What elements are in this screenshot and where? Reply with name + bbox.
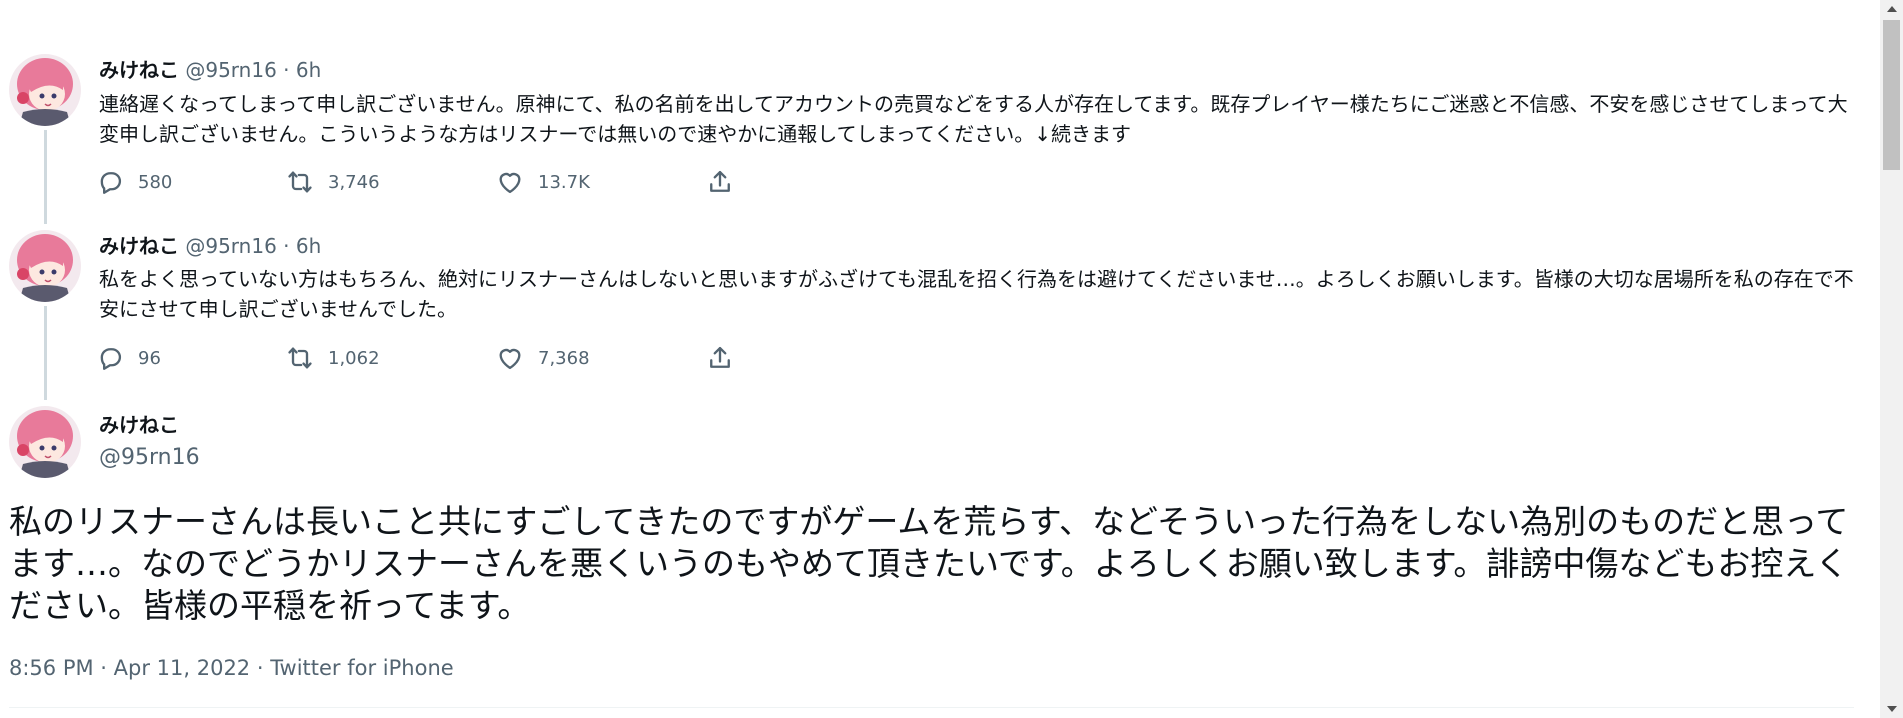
focused-display-name[interactable]: みけねこ [99, 412, 179, 438]
divider [9, 707, 1854, 708]
avatar[interactable] [9, 54, 81, 126]
retweet-button[interactable]: 3,746 [286, 165, 380, 199]
like-count: 7,368 [538, 347, 590, 369]
reply-count: 580 [138, 171, 173, 193]
reply-button[interactable]: 96 [96, 341, 161, 375]
handle[interactable]: @95rn16 [185, 234, 276, 258]
avatar[interactable] [9, 230, 81, 302]
scrollbar-thumb[interactable] [1883, 20, 1900, 170]
share-button[interactable] [706, 341, 734, 375]
tweet-header: みけねこ @95rn16 · 6h [99, 233, 321, 259]
share-icon [710, 346, 730, 368]
reply-icon [100, 172, 122, 194]
separator: · [283, 58, 290, 82]
retweet-count: 1,062 [328, 347, 380, 369]
retweet-icon [288, 171, 312, 193]
heart-icon [499, 348, 521, 370]
reply-button[interactable]: 580 [96, 165, 172, 199]
retweet-button[interactable]: 1,062 [286, 341, 380, 375]
thread-connector [44, 130, 47, 224]
like-button[interactable]: 13.7K [496, 165, 590, 199]
like-count: 13.7K [538, 171, 590, 193]
scroll-down-arrow-icon[interactable] [1880, 700, 1903, 718]
tweet-thread: みけねこ @95rn16 · 6h 連絡遅くなってしまって申し訳ございません。原… [0, 0, 1880, 718]
page: みけねこ @95rn16 · 6h 連絡遅くなってしまって申し訳ございません。原… [0, 0, 1903, 718]
focused-tweet-text: 私のリスナーさんは長いこと共にすごしてきたのですがゲームを荒らす、などそういった… [9, 502, 1849, 625]
scroll-up-arrow-icon[interactable] [1880, 0, 1903, 18]
tweet-actions: 580 3,746 13.7K [96, 165, 756, 199]
tweet-text: 私をよく思っていない方はもちろん、絶対にリスナーさんはしないと思いますがふざけて… [99, 267, 1854, 321]
display-name[interactable]: みけねこ [99, 58, 179, 82]
tweet-time[interactable]: 6h [296, 58, 321, 82]
share-button[interactable] [706, 165, 734, 199]
display-name[interactable]: みけねこ [99, 234, 179, 258]
heart-icon [499, 172, 521, 194]
tweet-time[interactable]: 6h [296, 234, 321, 258]
reply-count: 96 [138, 347, 161, 369]
share-icon [710, 170, 730, 192]
focused-handle[interactable]: @95rn16 [99, 444, 200, 472]
handle[interactable]: @95rn16 [185, 58, 276, 82]
focused-tweet-timestamp[interactable]: 8:56 PM · Apr 11, 2022 · Twitter for iPh… [9, 654, 454, 682]
tweet-header: みけねこ @95rn16 · 6h [99, 57, 321, 83]
thread-connector [44, 306, 47, 400]
reply-icon [100, 348, 122, 370]
retweet-count: 3,746 [328, 171, 380, 193]
vertical-scrollbar[interactable] [1880, 0, 1903, 718]
focused-avatar[interactable] [9, 406, 81, 478]
retweet-icon [288, 347, 312, 369]
like-button[interactable]: 7,368 [496, 341, 590, 375]
separator: · [283, 234, 290, 258]
tweet-actions: 96 1,062 7,368 [96, 341, 756, 375]
tweet-text: 連絡遅くなってしまって申し訳ございません。原神にて、私の名前を出してアカウントの… [99, 92, 1848, 146]
